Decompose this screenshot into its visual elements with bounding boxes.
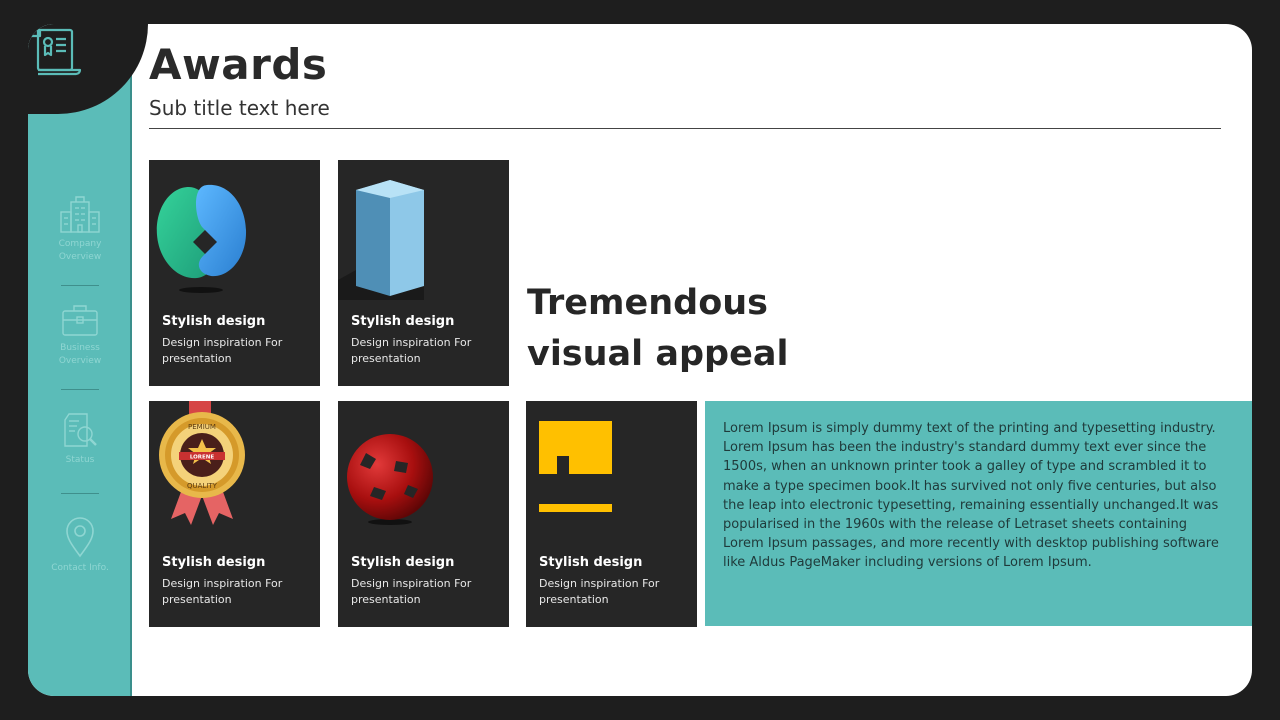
red-sphere-icon	[347, 434, 433, 525]
certificate-scroll-icon	[29, 28, 82, 76]
nav-company-overview[interactable]: Company Overview	[28, 194, 132, 264]
nav-status[interactable]: Status	[28, 412, 132, 467]
card-title: Stylish design	[162, 314, 266, 329]
medal-ribbon-text: LORENE	[190, 455, 215, 461]
document-search-icon	[64, 413, 97, 447]
headline: Tremendous visual appeal	[527, 283, 789, 374]
body-text: Lorem Ipsum is simply dummy text of the …	[723, 421, 1219, 571]
sidebar: Company Overview Business Overview Statu…	[28, 24, 148, 696]
slide: Company Overview Business Overview Statu…	[28, 24, 1252, 696]
yellow-g-logo-icon	[539, 421, 612, 512]
award-card: Stylish design Design inspiration For pr…	[149, 160, 320, 386]
medal-top-text: PEMIUM	[188, 423, 216, 431]
nav-label: Contact Info.	[51, 563, 109, 573]
award-card: Stylish design Design inspiration For pr…	[338, 401, 509, 627]
card-description: Design inspiration For presentation	[539, 577, 660, 606]
card-title: Stylish design	[539, 555, 643, 570]
award-card: Stylish design Design inspiration For pr…	[526, 401, 697, 627]
card-description: Design inspiration For presentation	[351, 336, 472, 365]
award-card: Stylish design Design inspiration For pr…	[338, 160, 509, 386]
nav-label: Business Overview	[58, 343, 102, 366]
card-title: Stylish design	[351, 555, 455, 570]
gradient-loop-logo-icon	[156, 184, 247, 293]
card-title: Stylish design	[351, 314, 455, 329]
page-title: Awards	[149, 40, 328, 89]
premium-quality-medal-icon: PEMIUM LORENE QUALITY	[159, 401, 245, 525]
card-description: Design inspiration For presentation	[162, 336, 283, 365]
nav-divider	[61, 493, 99, 494]
page-subtitle: Sub title text here	[149, 96, 330, 120]
building-icon	[60, 196, 100, 233]
nav-divider	[61, 285, 99, 286]
briefcase-icon	[62, 305, 98, 336]
blue-block-icon	[338, 180, 424, 300]
nav-label: Status	[65, 455, 95, 465]
nav-label: Company Overview	[58, 239, 102, 262]
nav-business-overview[interactable]: Business Overview	[28, 302, 132, 368]
award-card: PEMIUM LORENE QUALITY Stylish design Des…	[149, 401, 320, 627]
sidebar-logo-corner	[28, 24, 148, 114]
description-box: Lorem Ipsum is simply dummy text of the …	[705, 401, 1252, 626]
medal-bottom-text: QUALITY	[187, 482, 218, 490]
nav-divider	[61, 389, 99, 390]
card-description: Design inspiration For presentation	[351, 577, 472, 606]
nav-contact-info[interactable]: Contact Info.	[28, 516, 132, 575]
card-description: Design inspiration For presentation	[162, 577, 283, 606]
card-title: Stylish design	[162, 555, 266, 570]
location-pin-icon	[66, 517, 94, 558]
title-divider	[149, 128, 1221, 129]
